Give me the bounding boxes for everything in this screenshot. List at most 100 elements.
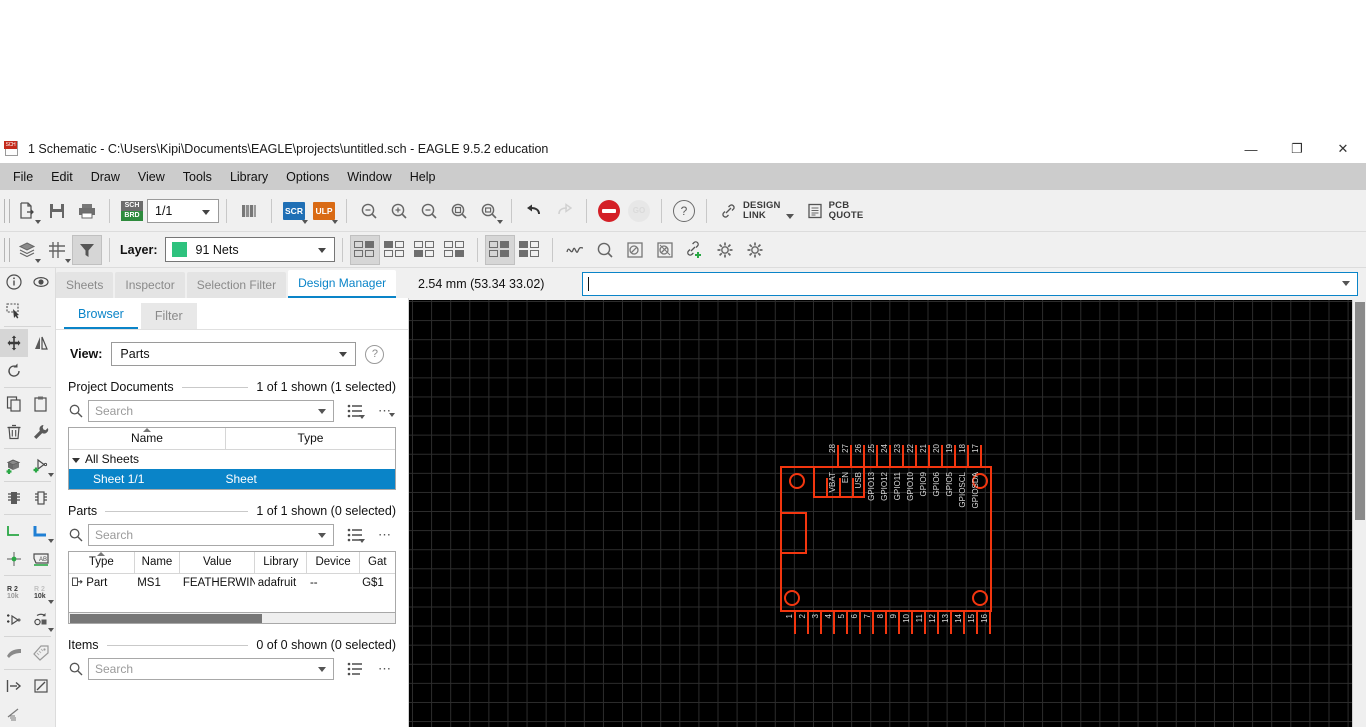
tab-inspector[interactable]: Inspector: [115, 272, 185, 298]
drc-off-button[interactable]: [620, 235, 650, 265]
move-button[interactable]: [0, 329, 28, 357]
grid-settings-button[interactable]: [42, 235, 72, 265]
tab-selection-filter[interactable]: Selection Filter: [186, 272, 287, 298]
rotate-button[interactable]: [0, 357, 28, 385]
miter-button[interactable]: [0, 639, 28, 667]
menu-library[interactable]: Library: [221, 166, 277, 188]
layer-settings-button[interactable]: [12, 235, 42, 265]
line-button[interactable]: [28, 672, 56, 700]
net-button[interactable]: [0, 517, 28, 545]
panel-dock-right-button[interactable]: [484, 234, 515, 265]
scrollbar-thumb[interactable]: [1355, 302, 1365, 520]
menu-file[interactable]: File: [4, 166, 42, 188]
run-script-button[interactable]: SCR: [279, 196, 309, 226]
zoom-select-button[interactable]: [474, 196, 504, 226]
switch-sch-brd-button[interactable]: SCH BRD: [117, 196, 147, 226]
tab-sheets[interactable]: Sheets: [56, 272, 114, 298]
undo-button[interactable]: [519, 196, 549, 226]
toolbar-grip-2[interactable]: [4, 237, 10, 262]
parts-more-button[interactable]: ⋯: [374, 527, 396, 543]
invoke-button[interactable]: [0, 606, 28, 634]
chevron-down-icon[interactable]: [1342, 281, 1350, 286]
panel-layout-3-button[interactable]: [410, 235, 440, 265]
add-part-button[interactable]: [0, 451, 28, 479]
paste-button[interactable]: [28, 390, 56, 418]
sheet-zoom-combo[interactable]: 1/1: [147, 198, 219, 223]
project-documents-search-input[interactable]: Search: [88, 400, 334, 422]
menu-draw[interactable]: Draw: [82, 166, 129, 188]
bus-button[interactable]: [28, 517, 56, 545]
chevron-down-icon[interactable]: [72, 457, 80, 463]
project-documents-more-button[interactable]: ⋯: [374, 403, 396, 419]
tab-design-manager[interactable]: Design Manager: [288, 270, 397, 298]
items-more-button[interactable]: ⋯: [374, 661, 396, 677]
tab-browser[interactable]: Browser: [64, 301, 138, 329]
scrollbar-thumb[interactable]: [70, 614, 262, 623]
column-header-name[interactable]: Name: [134, 552, 181, 574]
canvas-vertical-scrollbar[interactable]: [1352, 300, 1366, 727]
tree-node-all-sheets[interactable]: All Sheets: [69, 449, 395, 469]
view-help-icon[interactable]: ?: [365, 344, 385, 364]
label-button[interactable]: AB: [28, 545, 56, 573]
parts-search-input[interactable]: Search: [88, 524, 334, 546]
menu-options[interactable]: Options: [277, 166, 338, 188]
print-button[interactable]: [72, 196, 102, 226]
table-row[interactable]: All Sheets: [69, 449, 395, 469]
value-button[interactable]: R 2 10k: [0, 578, 28, 606]
parts-horizontal-scrollbar[interactable]: [68, 613, 396, 624]
probe-button[interactable]: [590, 235, 620, 265]
library-manager-button[interactable]: [234, 196, 264, 226]
tab-filter[interactable]: Filter: [140, 303, 197, 329]
name-button[interactable]: R 2 10k: [28, 578, 56, 606]
zoom-redraw-button[interactable]: [444, 196, 474, 226]
column-header-type[interactable]: Type: [225, 428, 395, 450]
open-file-button[interactable]: [12, 196, 42, 226]
zoom-out-button[interactable]: [414, 196, 444, 226]
redo-button[interactable]: [549, 196, 579, 226]
add-link-button[interactable]: [680, 235, 710, 265]
group-button[interactable]: [0, 296, 28, 324]
items-columns-button[interactable]: [344, 659, 366, 679]
column-header-gate[interactable]: Gat: [359, 552, 395, 574]
menu-edit[interactable]: Edit: [42, 166, 82, 188]
junction-button[interactable]: [0, 545, 28, 573]
restore-button[interactable]: ❐: [1274, 135, 1320, 163]
column-header-library[interactable]: Library: [254, 552, 308, 574]
items-search-input[interactable]: Search: [88, 658, 334, 680]
go-button[interactable]: GO: [624, 196, 654, 226]
stop-button[interactable]: [594, 196, 624, 226]
show-button[interactable]: [28, 268, 56, 296]
save-button[interactable]: [42, 196, 72, 226]
zoom-in-button[interactable]: [384, 196, 414, 226]
signal-wave-button[interactable]: [560, 235, 590, 265]
run-ulp-button[interactable]: ULP: [309, 196, 339, 226]
panel-dock-left-button[interactable]: [515, 235, 545, 265]
menu-window[interactable]: Window: [338, 166, 400, 188]
menu-tools[interactable]: Tools: [174, 166, 221, 188]
column-header-device[interactable]: Device: [306, 552, 360, 574]
menu-view[interactable]: View: [129, 166, 174, 188]
smash-button[interactable]: [28, 606, 56, 634]
zoom-fit-button[interactable]: [354, 196, 384, 226]
add-gate-button[interactable]: [28, 451, 56, 479]
copy-button[interactable]: [0, 390, 28, 418]
table-row[interactable]: Sheet 1/1 Sheet: [69, 469, 395, 489]
erc-button[interactable]: [0, 700, 28, 727]
pcb-quote-button[interactable]: PCB QUOTE: [800, 196, 870, 226]
toolbar-grip[interactable]: [4, 198, 10, 223]
schematic-canvas[interactable]: 28 27 26 25 24 23 22 21 20 19 18 17 VBAT…: [409, 300, 1366, 727]
minimize-button[interactable]: —: [1228, 135, 1274, 163]
view-combo[interactable]: Parts: [111, 342, 357, 366]
design-link-button[interactable]: DESIGN LINK: [714, 196, 800, 226]
column-header-value[interactable]: Value: [179, 552, 256, 574]
project-documents-columns-button[interactable]: [344, 401, 366, 421]
table-row[interactable]: Part MS1 FEATHERWING adafruit -- G$1: [69, 573, 395, 593]
pinswap-button[interactable]: [0, 484, 28, 512]
panel-layout-2-button[interactable]: [380, 235, 410, 265]
change-button[interactable]: [28, 418, 56, 446]
column-header-name[interactable]: Name: [69, 428, 226, 450]
panel-layout-1-button[interactable]: [349, 234, 380, 265]
settings-gear-2-button[interactable]: [740, 235, 770, 265]
delete-button[interactable]: [0, 418, 28, 446]
column-header-type[interactable]: Type: [69, 552, 135, 574]
